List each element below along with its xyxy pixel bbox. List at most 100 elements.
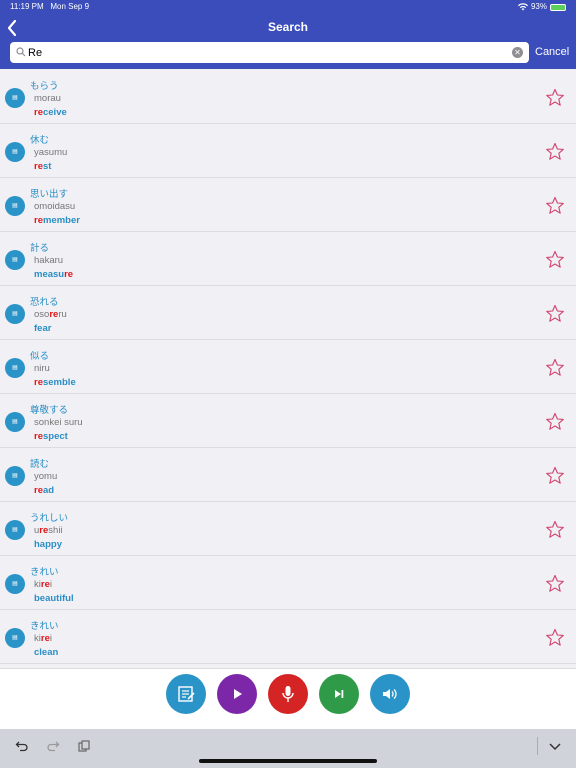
- text-segment: beautiful: [34, 593, 74, 604]
- search-bar: ✕ Cancel: [0, 41, 576, 69]
- text-segment: re: [34, 431, 43, 442]
- cancel-button[interactable]: Cancel: [535, 42, 569, 63]
- bottom-toolbar: [0, 668, 576, 729]
- star-outline-icon[interactable]: [545, 142, 565, 162]
- text-segment: ki: [34, 579, 41, 590]
- speech-badge-icon: ▤: [5, 196, 25, 216]
- speaker-button[interactable]: [370, 674, 410, 714]
- text-segment: re: [34, 107, 43, 118]
- text-segment: niru: [34, 363, 50, 374]
- results-list[interactable]: ▤ もらう morau receive ▤ 休む yasumu rest ▤ 思い出す omoida…: [0, 70, 576, 666]
- list-item[interactable]: ▤ 恐れる osoreru fear: [0, 286, 576, 340]
- star-outline-icon[interactable]: [545, 358, 565, 378]
- nav-bar: Search: [0, 14, 576, 41]
- star-outline-icon[interactable]: [545, 520, 565, 540]
- romaji-reading: yomu: [34, 471, 57, 482]
- undo-icon[interactable]: [15, 739, 29, 753]
- wifi-icon: [517, 3, 528, 11]
- text-segment: ru: [58, 309, 67, 320]
- search-icon: [16, 47, 26, 57]
- speech-badge-icon: ▤: [5, 250, 25, 270]
- japanese-word: うれしい: [30, 513, 69, 524]
- text-segment: sonkei suru: [34, 417, 83, 428]
- list-item[interactable]: ▤ きれい kirei beautiful: [0, 556, 576, 610]
- speech-badge-icon: ▤: [5, 88, 25, 108]
- speech-badge-icon: ▤: [5, 574, 25, 594]
- text-segment: shii: [48, 525, 63, 536]
- text-segment: re: [64, 269, 74, 280]
- status-bar: 11:19 PM Mon Sep 9 93%: [0, 0, 576, 14]
- clear-search-icon[interactable]: ✕: [512, 47, 523, 58]
- text-segment: yomu: [34, 471, 58, 482]
- text-segment: omoidasu: [34, 201, 76, 212]
- english-meaning: resemble: [34, 377, 76, 388]
- search-input[interactable]: [28, 42, 508, 63]
- text-segment: ad: [42, 485, 55, 496]
- list-item[interactable]: ▤ うれしい ureshii happy: [0, 502, 576, 556]
- text-segment: re: [40, 633, 50, 644]
- japanese-word: もらう: [30, 81, 59, 92]
- star-outline-icon[interactable]: [545, 574, 565, 594]
- japanese-word: 恐れる: [30, 297, 59, 308]
- list-item[interactable]: ▤ 休む yasumu rest: [0, 124, 576, 178]
- text-segment: happy: [34, 539, 62, 550]
- romaji-reading: omoidasu: [34, 201, 75, 212]
- romaji-reading: ureshii: [34, 525, 63, 536]
- english-meaning: receive: [34, 107, 67, 118]
- list-item[interactable]: ▤ 似る niru resemble: [0, 340, 576, 394]
- english-meaning: read: [34, 485, 54, 496]
- text-segment: re: [34, 377, 43, 388]
- english-meaning: respect: [34, 431, 68, 442]
- speech-badge-icon: ▤: [5, 304, 25, 324]
- text-segment: re: [39, 525, 49, 536]
- search-field[interactable]: ✕: [10, 42, 529, 63]
- speaker-icon: [383, 689, 397, 699]
- star-outline-icon[interactable]: [545, 628, 565, 648]
- text-segment: i: [49, 633, 52, 644]
- list-item[interactable]: ▤ 思い出す omoidasu remember: [0, 178, 576, 232]
- star-outline-icon[interactable]: [545, 196, 565, 216]
- speech-badge-icon: ▤: [5, 466, 25, 486]
- dismiss-keyboard-chevron-icon[interactable]: [548, 739, 562, 753]
- status-time: 11:19 PM Mon Sep 9: [10, 2, 90, 11]
- text-segment: yasumu: [34, 147, 68, 158]
- romaji-reading: sonkei suru: [34, 417, 83, 428]
- romaji-reading: niru: [34, 363, 50, 374]
- paste-icon[interactable]: [77, 739, 91, 753]
- star-outline-icon[interactable]: [545, 466, 565, 486]
- speech-badge-icon: ▤: [5, 412, 25, 432]
- english-meaning: fear: [34, 323, 51, 334]
- text-segment: measu: [34, 269, 65, 280]
- star-outline-icon[interactable]: [545, 412, 565, 432]
- romaji-reading: osoreru: [34, 309, 67, 320]
- japanese-word: 読む: [30, 459, 50, 470]
- list-item[interactable]: ▤ 尊敬する sonkei suru respect: [0, 394, 576, 448]
- home-indicator: [199, 759, 377, 763]
- japanese-word: 似る: [30, 351, 50, 362]
- microphone-icon: [282, 686, 294, 702]
- speech-badge-icon: ▤: [5, 142, 25, 162]
- star-outline-icon[interactable]: [545, 88, 565, 108]
- redo-icon[interactable]: [46, 739, 60, 753]
- english-meaning: measure: [34, 269, 73, 280]
- list-item[interactable]: ▤ もらう morau receive: [0, 70, 576, 124]
- star-outline-icon[interactable]: [545, 250, 565, 270]
- status-right: 93%: [517, 0, 566, 14]
- play-icon: [234, 689, 242, 699]
- skip-next-button[interactable]: [319, 674, 359, 714]
- text-segment: fear: [34, 323, 52, 334]
- notes-button[interactable]: [166, 674, 206, 714]
- play-button[interactable]: [217, 674, 257, 714]
- speech-badge-icon: ▤: [5, 520, 25, 540]
- text-segment: hakaru: [34, 255, 64, 266]
- star-outline-icon[interactable]: [545, 304, 565, 324]
- romaji-reading: kirei: [34, 579, 52, 590]
- speech-badge-icon: ▤: [5, 358, 25, 378]
- list-item[interactable]: ▤ きれい kirei clean: [0, 610, 576, 664]
- microphone-button[interactable]: [268, 674, 308, 714]
- text-segment: re: [49, 309, 59, 320]
- list-item[interactable]: ▤ 計る hakaru measure: [0, 232, 576, 286]
- text-segment: ceive: [42, 107, 67, 118]
- japanese-word: 計る: [30, 243, 50, 254]
- list-item[interactable]: ▤ 読む yomu read: [0, 448, 576, 502]
